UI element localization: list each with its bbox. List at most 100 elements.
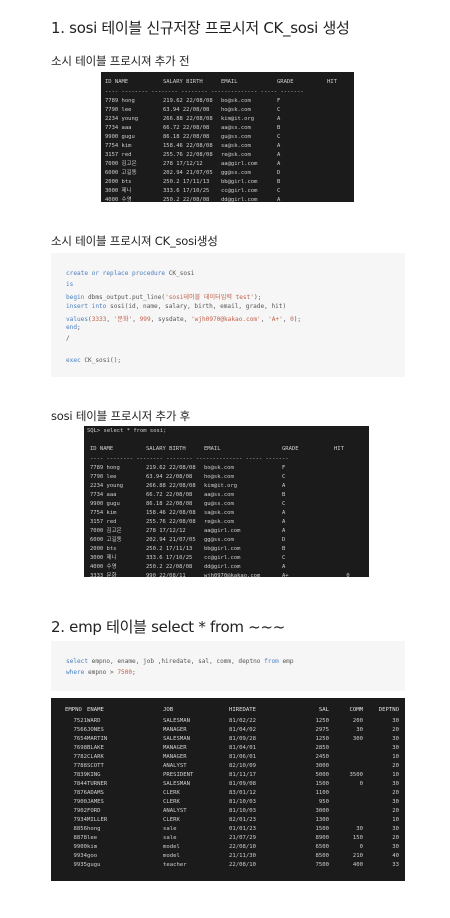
sosi-row-cell: 6000 고길동	[90, 537, 122, 543]
emp-row: 7839 KING PRESIDENT 81/11/17 5000 3500 10	[65, 771, 399, 780]
sosi-row: 6000 고길동 202.94 21/07/05 gg@ss.com D	[105, 169, 350, 178]
emp-row-cell: 81/04/02	[229, 727, 256, 733]
sosi-row-cell: sa@sk.com	[221, 143, 251, 149]
emp-row-cell: ANALYST	[163, 808, 187, 814]
sosi-row-cell: A	[277, 116, 281, 122]
sosi-row-cell: cc@girl.com	[204, 555, 241, 561]
emp-row-cell: 10	[392, 817, 399, 823]
sosi-header-row-cell: ID NAME	[90, 446, 114, 452]
sosi-row-cell: 9900 gugu	[105, 134, 135, 140]
emp-row-cell: 400	[352, 862, 363, 868]
sosi-new-row-cell: 3333 문화	[90, 573, 117, 577]
sosi-row-cell: dd@girl.com	[204, 564, 241, 570]
sosi-row-cell	[327, 106, 350, 115]
sosi-row-cell	[327, 97, 350, 106]
emp-header-row-cell: COMM	[349, 706, 363, 713]
sosi-row-cell: B	[282, 492, 286, 498]
sosi-row-cell: 6000 고길동	[105, 170, 137, 176]
sosi-row-cell: re@sk.com	[221, 152, 251, 158]
emp-row-cell: 2450	[315, 754, 329, 760]
emp-row-cell: 81/06/01	[229, 754, 256, 760]
section1-title: 1. sosi 테이블 신규저장 프로시저 CK_sosi 생성	[51, 19, 350, 37]
sosi-row-cell: A	[282, 510, 286, 516]
sosi-after-screenshot: SQL> select * from sosi; ID NAME SALARY B…	[84, 426, 369, 577]
sosi-row-cell: 202.94 21/07/05	[146, 537, 196, 543]
sosi-row-cell	[334, 545, 362, 554]
sosi-row-cell	[334, 464, 362, 473]
emp-row: 9934 goo model 21/11/30 8500 210 40	[65, 852, 399, 861]
emp-row-cell: model	[163, 853, 180, 859]
emp-row-cell: 10	[392, 754, 399, 760]
sosi-row-cell	[327, 169, 350, 178]
sosi-header-row: ID NAME SALARY BIRTH EMAIL GRADE HIT	[105, 77, 350, 88]
emp-table: EMPNO ENAME JOB HIREDATE SAL COMM DEPTNO 7521 WA…	[65, 703, 399, 870]
emp-row-cell: 7698	[73, 745, 87, 751]
sosi-row-cell: 158.46 22/08/08	[146, 510, 196, 516]
emp-row-cell: 83/01/12	[229, 790, 256, 796]
emp-row-cell: 7788	[73, 763, 87, 769]
sosi-row: 7754 kim 158.46 22/08/08 sa@sk.com A	[90, 509, 362, 518]
sosi-row: 7734 aaa 66.72 22/08/08 aa@ss.com B	[105, 124, 350, 133]
emp-row-cell: 30	[392, 718, 399, 724]
sosi-header-row: ID NAME SALARY BIRTH EMAIL GRADE HIT	[90, 444, 362, 455]
code-line: begin dbms_output.put_line('sosi테이블 데이터입…	[66, 293, 262, 301]
sosi-row: 2000 bts 250.2 17/11/13 bb@girl.com B	[105, 178, 350, 187]
sosi-row-cell: 7789 hong	[90, 465, 120, 471]
sosi-header-row-cell: EMAIL	[221, 79, 238, 85]
sosi-header-row-cell: GRADE	[277, 79, 294, 85]
emp-row-cell: 1100	[315, 790, 329, 796]
sosi-row: 3157 red 255.76 22/08/08 re@sk.com A	[105, 151, 350, 160]
emp-row-cell: 2975	[315, 727, 329, 733]
sosi-row-cell: 7790 lee	[90, 474, 117, 480]
emp-row-cell: 6500	[315, 844, 329, 850]
sosi-row-cell: gg@ss.com	[221, 170, 251, 176]
sosi-new-row-cell: 990 22/08/11	[146, 573, 186, 577]
sosi-row-cell	[327, 187, 350, 196]
sosi-header-row-cell: HIT	[327, 79, 337, 85]
emp-row-cell: model	[163, 844, 180, 850]
sosi-row: 4000 수영 250.2 22/08/08 dd@girl.com A	[105, 196, 350, 202]
code-line: exec CK_sosi();	[66, 357, 122, 365]
emp-row-cell: 81/09/28	[229, 736, 256, 742]
emp-row-cell: kim	[87, 844, 98, 850]
sosi-row-cell: 2000 bts	[90, 546, 117, 552]
sosi-header-row-cell: SALARY BIRTH	[163, 79, 203, 85]
sosi-row-cell	[334, 491, 362, 500]
sosi-row-cell: 3000 제니	[105, 188, 132, 194]
emp-row: 7698 BLAKE MANAGER 81/04/01 2850 30	[65, 744, 399, 753]
emp-header-row: EMPNO ENAME JOB HIREDATE SAL COMM DEPTNO	[65, 703, 399, 717]
sosi-new-row-cell: wjh0970@kakao.com	[204, 573, 261, 577]
sosi-new-row-cell: A+	[282, 573, 289, 577]
before-label: 소시 테이블 프로시져 추가 전	[51, 54, 190, 68]
sosi-row-cell: kim@it.org	[204, 483, 238, 489]
code-line: is	[66, 280, 74, 288]
after-label: sosi 테이블 프로시저 추가 후	[51, 409, 191, 423]
sosi-row-cell: 7000 김고은	[90, 528, 122, 534]
sosi-row-cell: 7754 kim	[90, 510, 117, 516]
sosi-row-cell: 250.2 17/11/13	[163, 179, 210, 185]
emp-row-cell: lee	[87, 835, 98, 841]
sosi-row-cell: 7754 kim	[105, 143, 132, 149]
sosi-row-cell: aa@girl.com	[204, 528, 241, 534]
emp-row-cell: 2850	[315, 745, 329, 751]
emp-row-cell: 7902	[73, 808, 87, 814]
sosi-row-cell: F	[277, 98, 281, 104]
sosi-row-cell: 7789 hong	[105, 98, 135, 104]
sosi-row-cell: aa@girl.com	[221, 161, 258, 167]
emp-row-cell	[329, 744, 363, 753]
sosi-row-cell: 3000 제니	[90, 555, 117, 561]
sosi-separator-row: ---- -------- -------- -------- --------…	[90, 455, 362, 464]
emp-row-cell: MILLER	[87, 817, 108, 823]
code-line: /	[66, 335, 70, 343]
emp-row-cell: 8878	[73, 835, 87, 841]
sosi-row-cell	[334, 473, 362, 482]
emp-row-cell: 8856	[73, 826, 87, 832]
emp-row-cell: 3000	[315, 808, 329, 814]
emp-row-cell: 200	[352, 718, 363, 724]
sosi-row-cell: 7790 lee	[105, 107, 132, 113]
emp-row-cell: 9900	[73, 844, 87, 850]
sosi-row-cell	[327, 124, 350, 133]
emp-row: 7902 FORD ANALYST 81/10/03 3000 20	[65, 807, 399, 816]
sosi-row-cell	[327, 133, 350, 142]
emp-row: 7900 JAMES CLERK 81/10/03 950 30	[65, 798, 399, 807]
